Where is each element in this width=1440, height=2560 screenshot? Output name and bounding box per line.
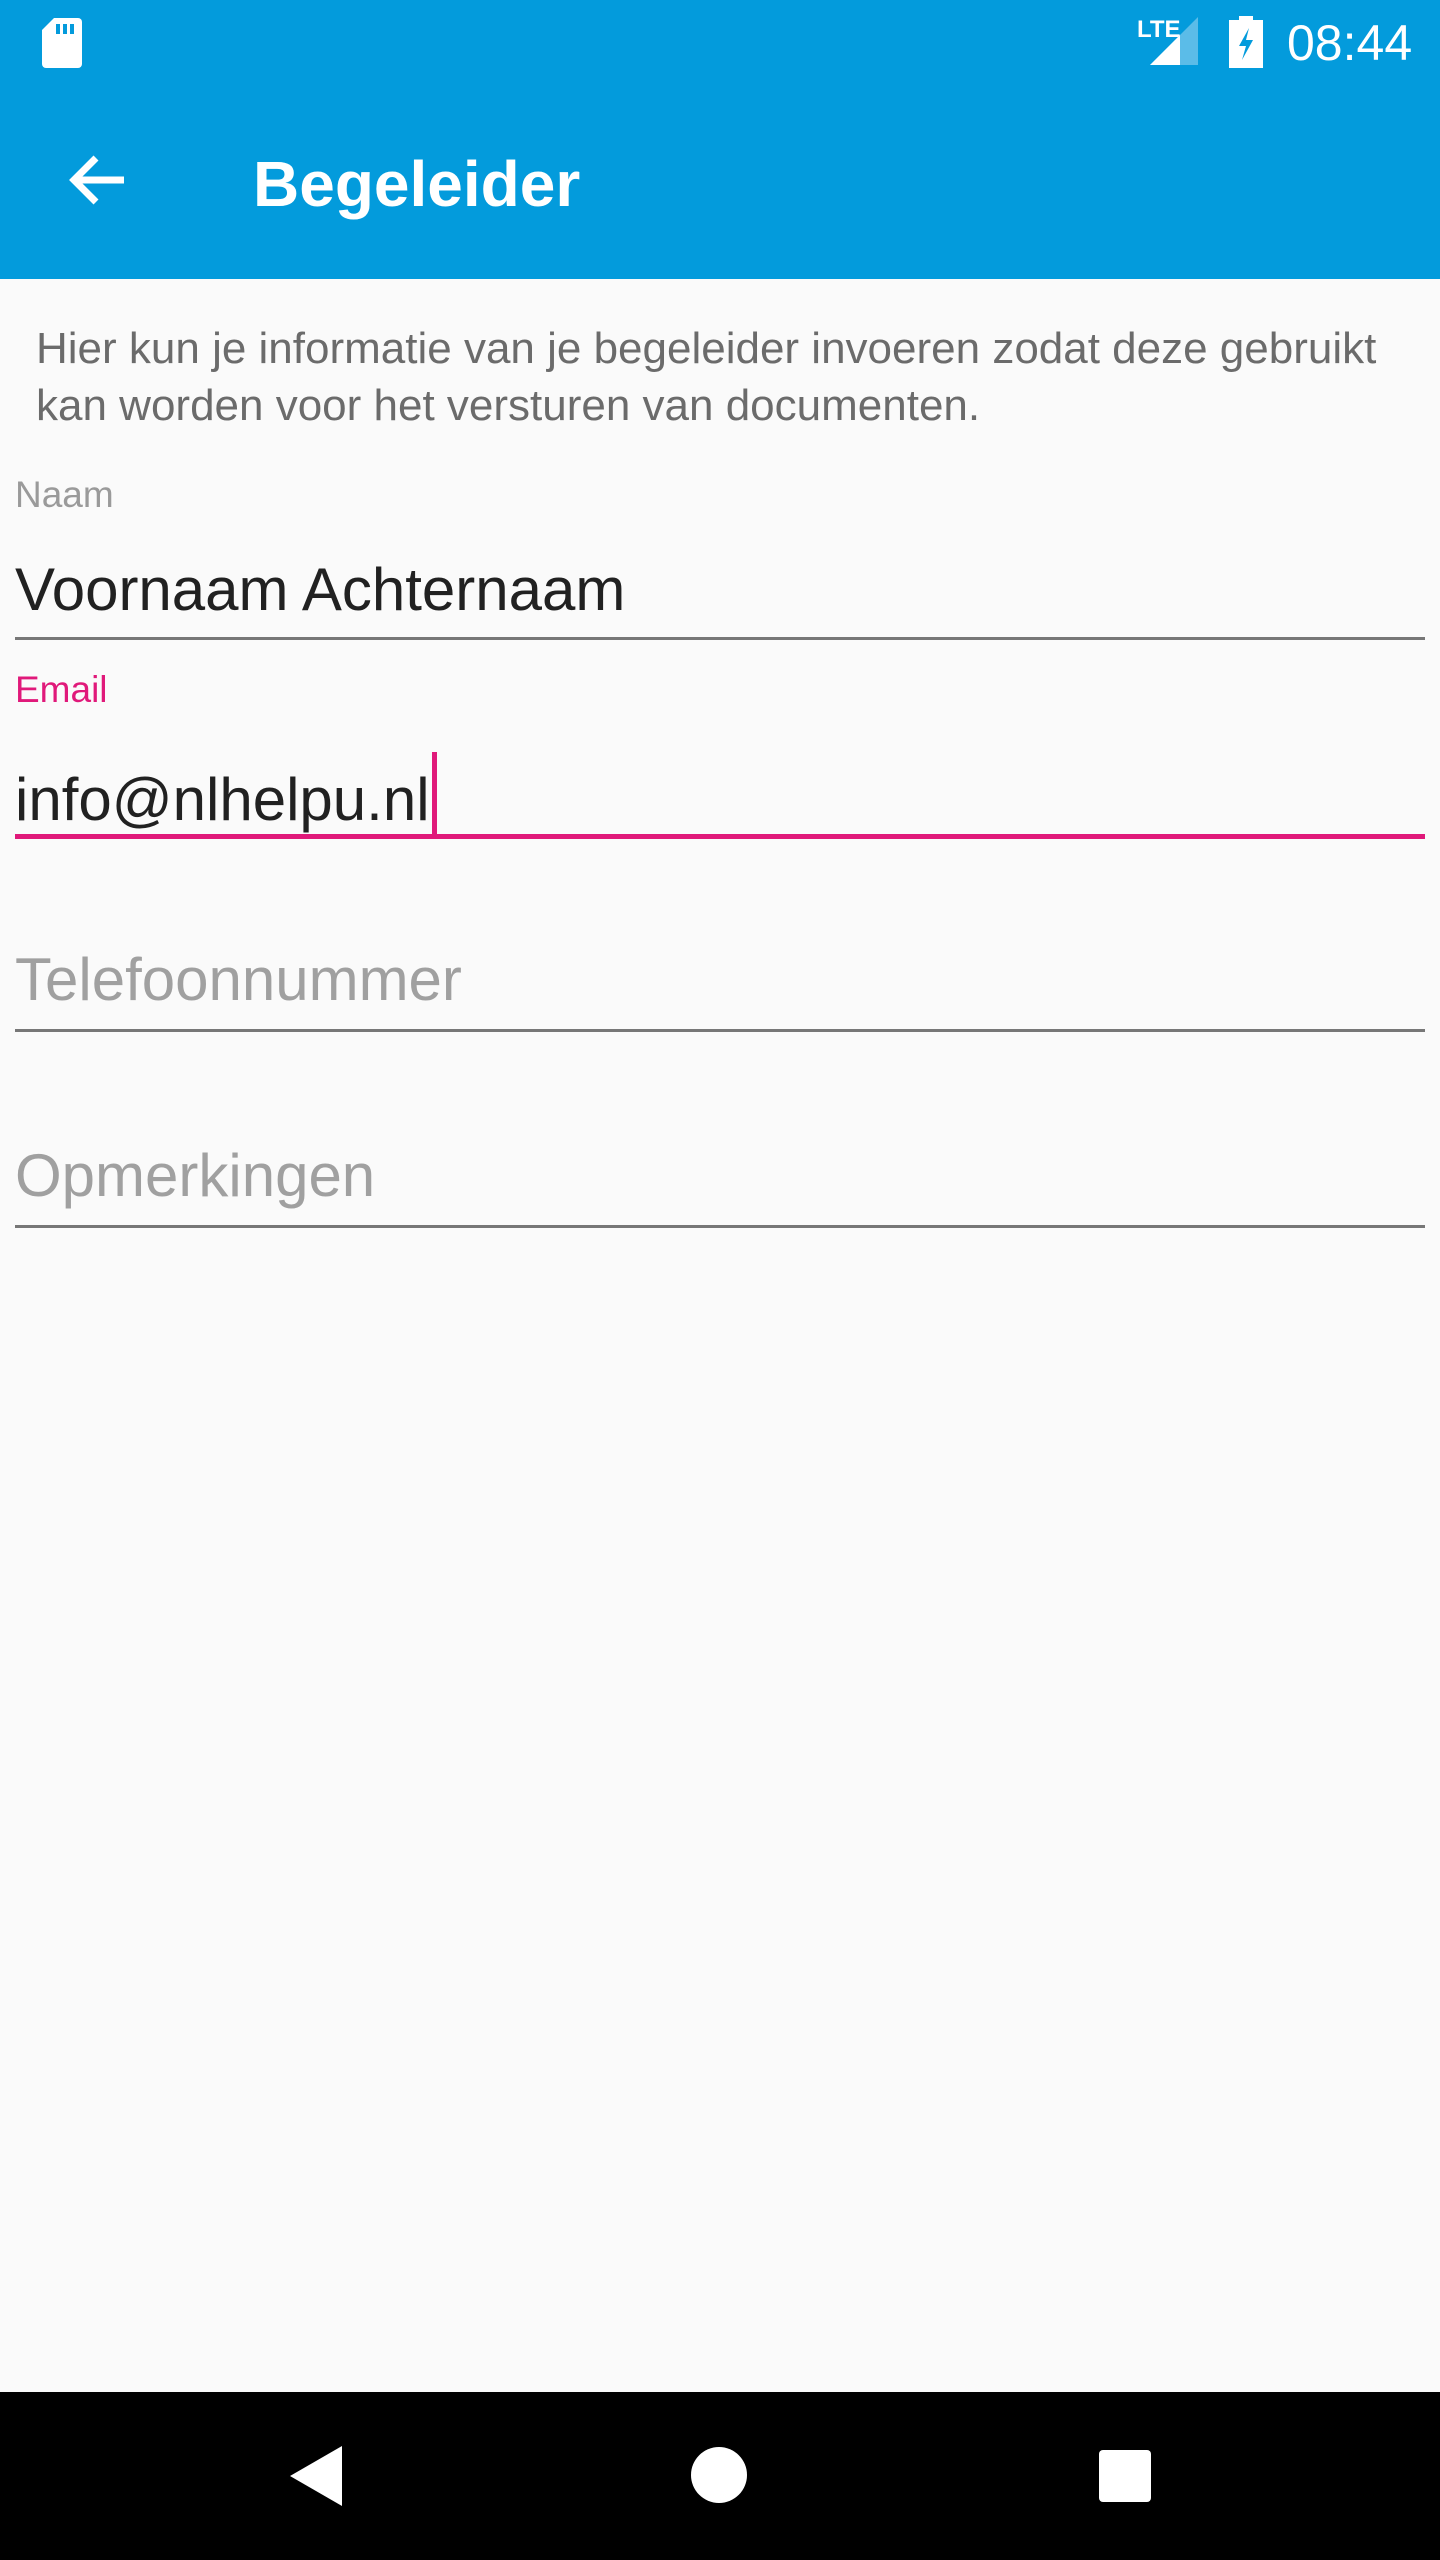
signal-icon xyxy=(1150,17,1198,65)
back-arrow-icon[interactable] xyxy=(66,152,130,208)
app-bar: Begeleider xyxy=(0,90,1440,279)
email-value: info@nlhelpu.nl xyxy=(15,766,430,833)
name-underline xyxy=(15,637,1425,640)
phone-underline xyxy=(15,1029,1425,1032)
home-nav-icon[interactable] xyxy=(690,2446,748,2504)
battery-charging-icon xyxy=(1229,16,1263,68)
status-bar: LTE 08:44 xyxy=(0,0,1440,90)
email-input[interactable]: info@nlhelpu.nl xyxy=(15,752,437,835)
back-nav-icon[interactable] xyxy=(290,2446,342,2506)
navigation-bar xyxy=(0,2392,1440,2560)
description-text: Hier kun je informatie van je begeleider… xyxy=(36,324,1377,430)
remarks-underline xyxy=(15,1225,1425,1228)
email-underline xyxy=(15,834,1425,839)
name-input[interactable]: Voornaam Achternaam xyxy=(15,555,625,625)
text-cursor xyxy=(431,752,437,834)
recents-nav-icon[interactable] xyxy=(1099,2450,1151,2502)
remarks-input[interactable]: Opmerkingen xyxy=(15,1141,375,1211)
clock: 08:44 xyxy=(1287,15,1413,71)
phone-input[interactable]: Telefoonnummer xyxy=(15,945,462,1015)
sd-card-icon xyxy=(42,18,82,68)
email-label: Email xyxy=(15,669,108,710)
name-label: Naam xyxy=(15,474,114,515)
page-title: Begeleider xyxy=(253,148,581,220)
